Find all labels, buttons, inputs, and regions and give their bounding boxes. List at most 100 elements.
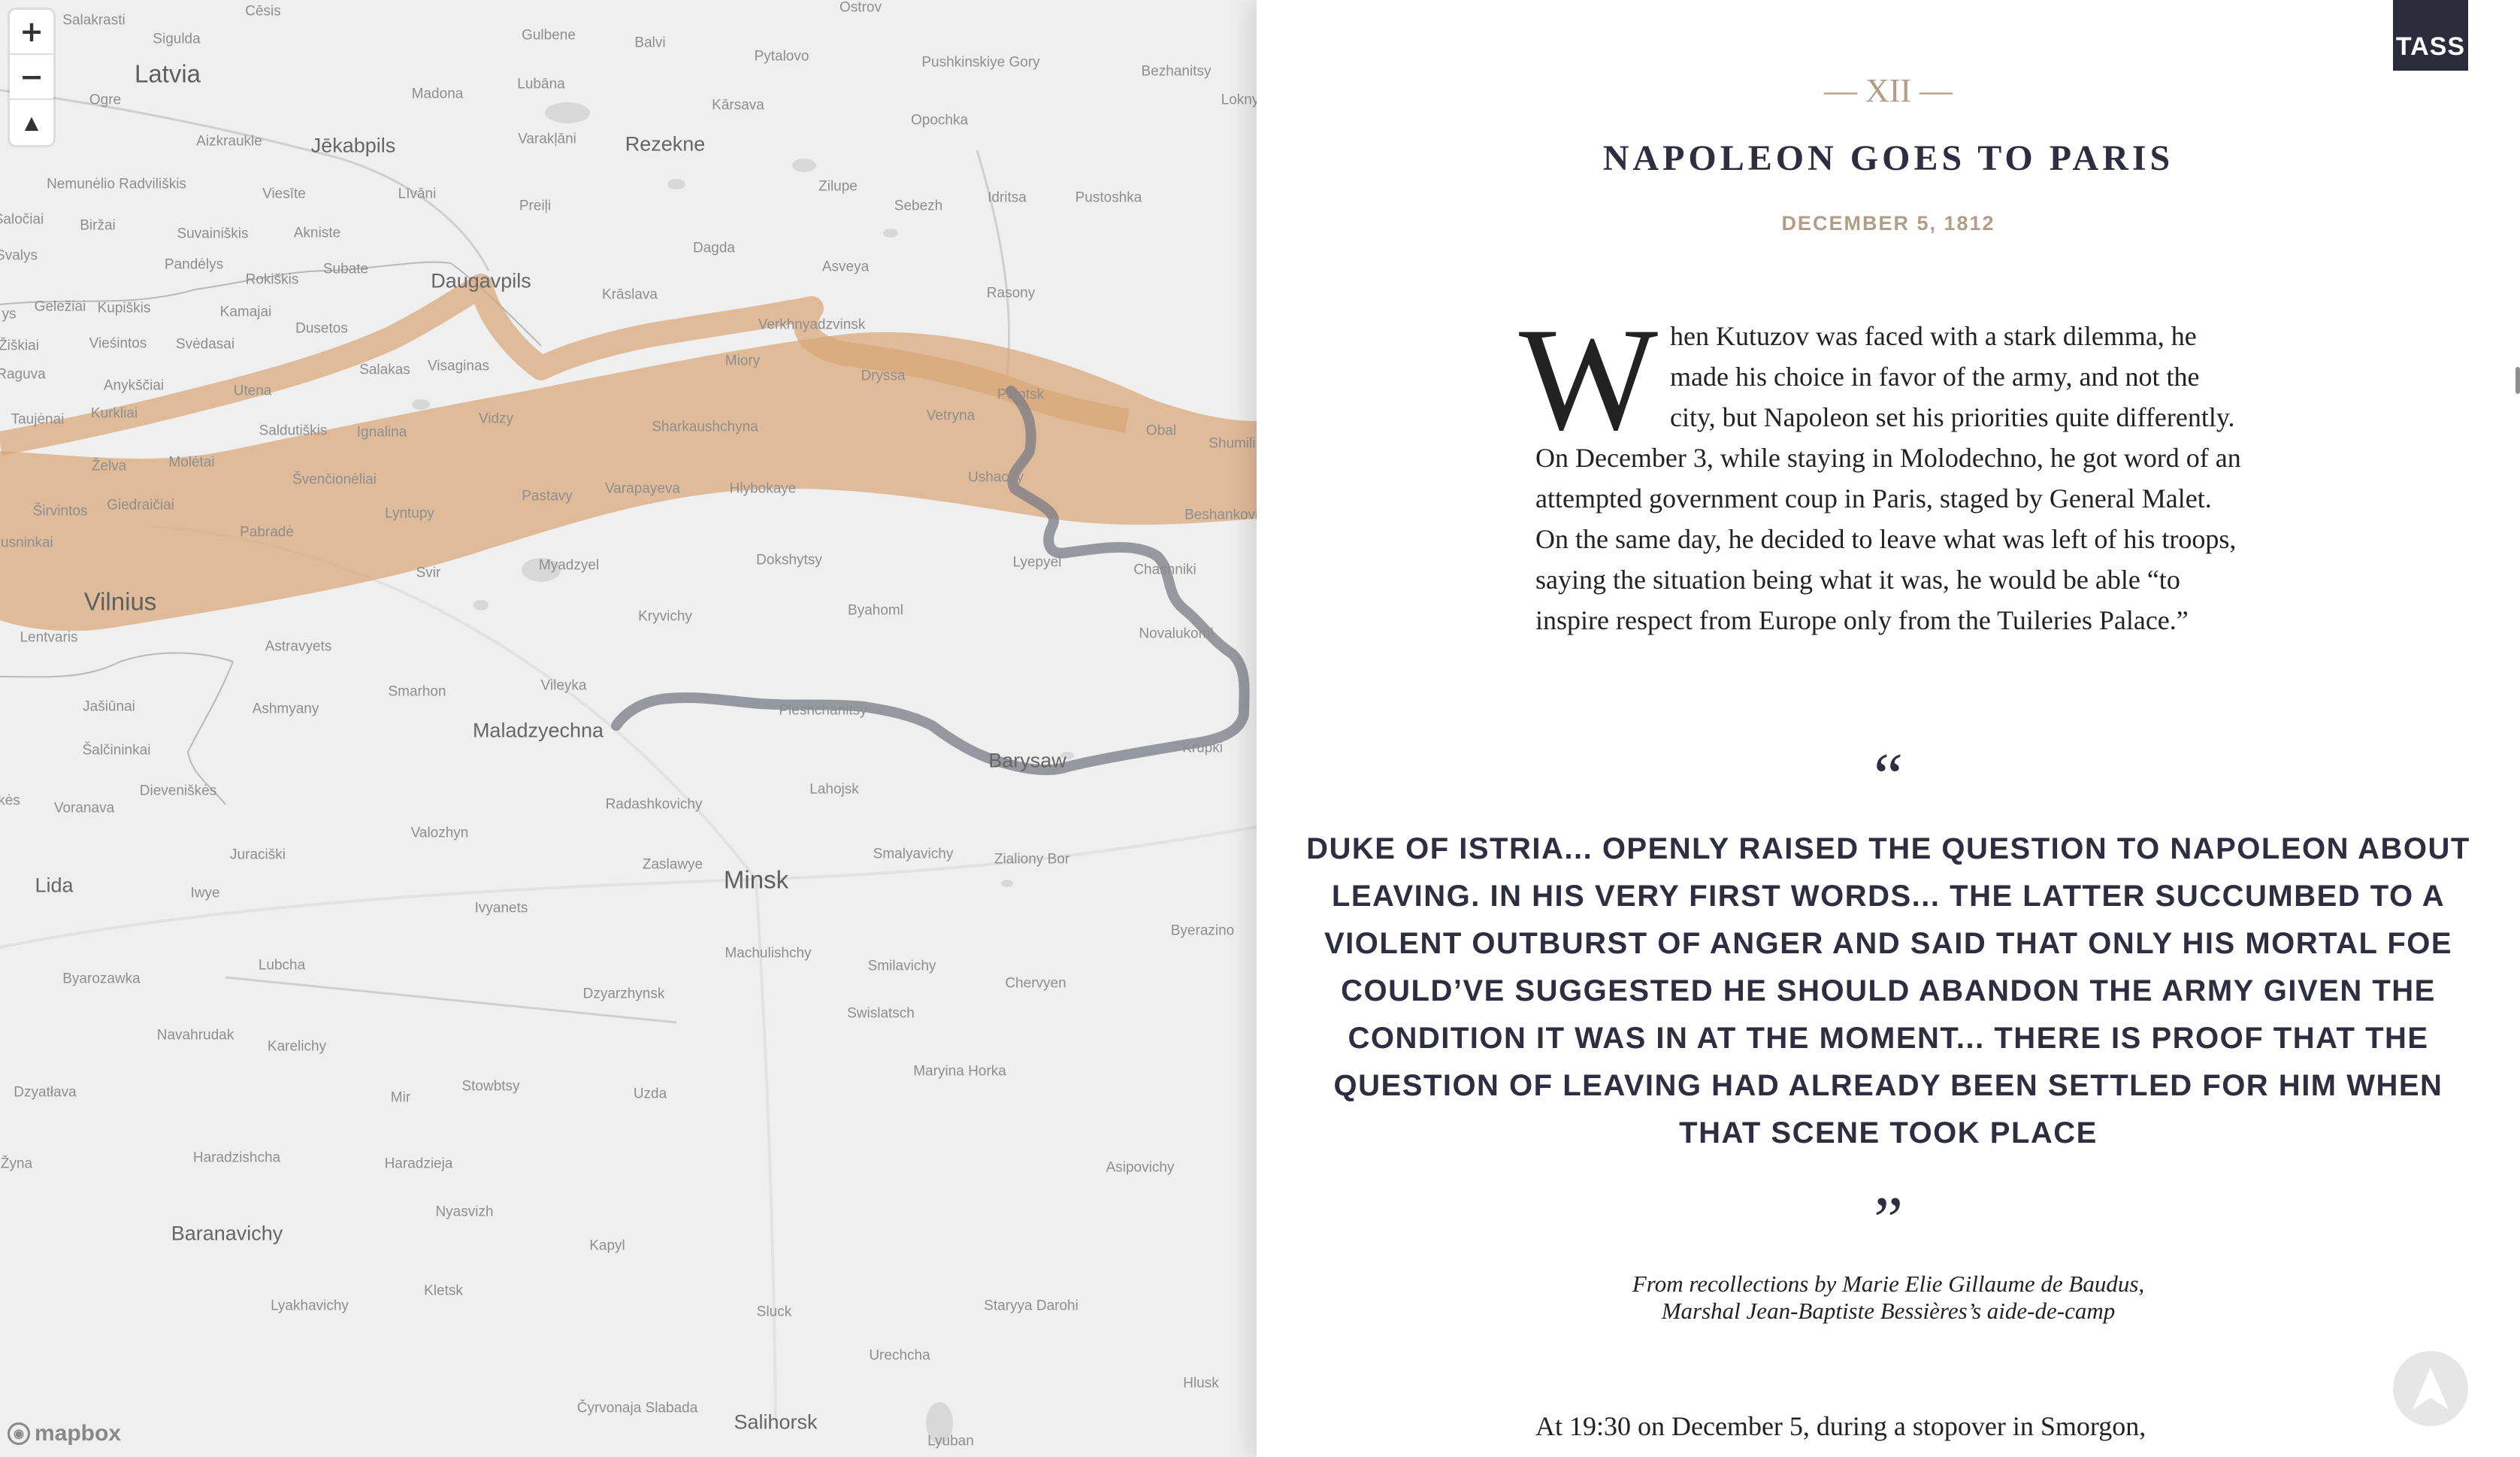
map-place-label: Dokshytsy [756,552,822,568]
map-place-label: Lokny [1221,92,1257,108]
map-place-label: Smarhon [388,683,446,700]
article-paragraph-2: At 19:30 on December 5, during a stopove… [1535,1411,2146,1441]
quote-close-mark: ” [1873,1184,1904,1257]
map-place-label: Pushkinskiye Gory [921,54,1040,71]
quote-open-mark: “ [1873,741,1904,813]
map-place-label: Lahojsk [809,781,859,798]
map-place-label: Zialiony Bor [994,851,1070,868]
map-place-label: Svalys [0,247,38,264]
map-place-label: Ushachy [968,469,1024,486]
map-place-label: Žyna [0,1156,33,1172]
map-place-label: Swislatsch [847,1005,915,1022]
map-place-label: Visaginas [427,358,490,374]
map-place-label: Želva [91,458,127,474]
quote-attribution: From recollections by Marie Elie Gillaum… [1257,1271,2520,1325]
map-place-label: Suvainiškis [177,226,249,242]
map-place-label: Smilavichy [867,958,936,974]
map-place-label: Aizkraukle [196,133,262,150]
map-place-label: Salakas [359,362,410,378]
map-place-label: Kamajai [219,304,272,320]
map-place-label: Myadzyel [538,557,600,574]
map-place-label: Beshankovichy [1184,507,1257,523]
map-place-label: Švenčionėliai [292,471,377,488]
compass-button[interactable]: ▲ [10,100,53,145]
map-place-label: Cēsis [245,3,281,20]
chapter-date: DECEMBER 5, 1812 [1781,212,1995,235]
map-place-label: Lyakhavichy [271,1298,349,1314]
map-place-label: Geležiai [34,298,86,315]
map-place-label: Obal [1145,423,1177,439]
map-place-label: Pastavy [522,488,573,504]
map-place-label: Madona [411,86,464,102]
scroll-indicator[interactable] [2515,367,2520,394]
map-place-label: Iwye [190,885,220,901]
map-place-label: Dagda [693,240,735,256]
map-place-label: Dzyarzhynsk [582,986,665,1002]
map-place-label: Hlybokaye [729,480,797,497]
map-place-label: Ivyanets [474,900,528,916]
map-place-label: Preiļi [519,198,552,214]
map-place-label: Varapayeva [605,480,680,497]
map-place-label: Vidzy [478,410,514,427]
map-place-label: Novalukoml [1139,626,1214,642]
map-place-label: Kārsava [712,97,764,114]
map-place-label: Byahoml [848,602,903,619]
compass-icon: ▲ [24,112,39,133]
map-place-label: Zaslawye [642,856,703,873]
article-paragraph-1: W hen Kutuzov was faced with a stark dil… [1519,306,2242,641]
map-place-label: Lyntupy [385,505,434,522]
map-place-label: Vileyka [540,677,587,694]
map-place-label: Balvi [634,35,666,51]
map-place-label: Opochka [910,112,969,129]
zoom-in-button[interactable]: + [10,10,53,55]
mapbox-logo-icon: ◉ [8,1422,30,1445]
map-place-label: Maladzyechna [472,719,604,742]
map-place-label: Byerazino [1170,922,1235,939]
map-place-label: Stowbtsy [461,1078,520,1095]
map-place-label: Lubcha [258,957,306,974]
map-place-label: Pabradė [240,524,294,541]
zoom-out-button[interactable]: − [10,55,53,100]
map-place-label: Vilnius [83,587,157,616]
map-place-label: Daugavpils [431,269,531,292]
map-place-label: Baranavichy [171,1222,283,1245]
map-place-label: Lubāna [517,76,565,92]
mapbox-wordmark: mapbox [35,1421,122,1446]
lakes [412,102,1074,1444]
map-place-label: Machulishchy [725,945,812,962]
mapbox-attribution[interactable]: ◉ mapbox [8,1421,121,1446]
map-place-label: Lyepyel [1012,554,1062,571]
map-place-label: Anykščiai [103,377,165,394]
map-view[interactable]: Salakrasti Cēsis Sigulda Gulbene Balvi Pytalo… [0,0,1257,1457]
map-place-label: Byarozawka [62,971,141,987]
map-place-label: Polotsk [997,386,1045,403]
map-place-label: Haradzishcha [192,1150,281,1166]
tass-logo[interactable]: TASS [2393,0,2468,71]
map-place-label: Svir [416,565,441,581]
map-place-label: Biržai [80,217,116,234]
scroll-to-top-button[interactable] [2393,1351,2468,1426]
map-place-label: Kryvichy [638,608,692,625]
map-place-label: Haradzieja [384,1156,453,1172]
map-place-label: Gulbene [522,27,576,44]
map-place-label: Smalyavichy [873,846,954,862]
map-place-label: Pytalovo [754,48,809,65]
map-place-label: Kupiškis [97,300,151,317]
map-place-label: Jēkabpils [310,134,396,157]
article-panel[interactable]: TASS — XII — NAPOLEON GOES TO PARIS DECE… [1257,0,2520,1457]
map-place-label: Asipovichy [1106,1159,1175,1176]
map-place-label: Lentvaris [20,629,78,646]
map-place-label: Utena [233,383,272,399]
map-place-label: Kurkliai [90,405,138,422]
map-place-label: Vieśintos [89,335,147,352]
map-place-label: Jašiūnai [83,698,135,715]
map-place-label: Lida [35,874,74,897]
tass-logo-text: TASS [2395,32,2466,61]
map-place-label: Nemunėlio Radviliškis [47,176,186,192]
map-place-label: Kletsk [424,1283,463,1299]
map-place-label: Sigulda [153,31,201,47]
map-place-label: Saločiai [0,211,44,228]
map-place-label: Dieveniškės [139,783,217,799]
map-place-label: ys [2,306,17,323]
map-place-label: Musninkai [0,535,53,551]
